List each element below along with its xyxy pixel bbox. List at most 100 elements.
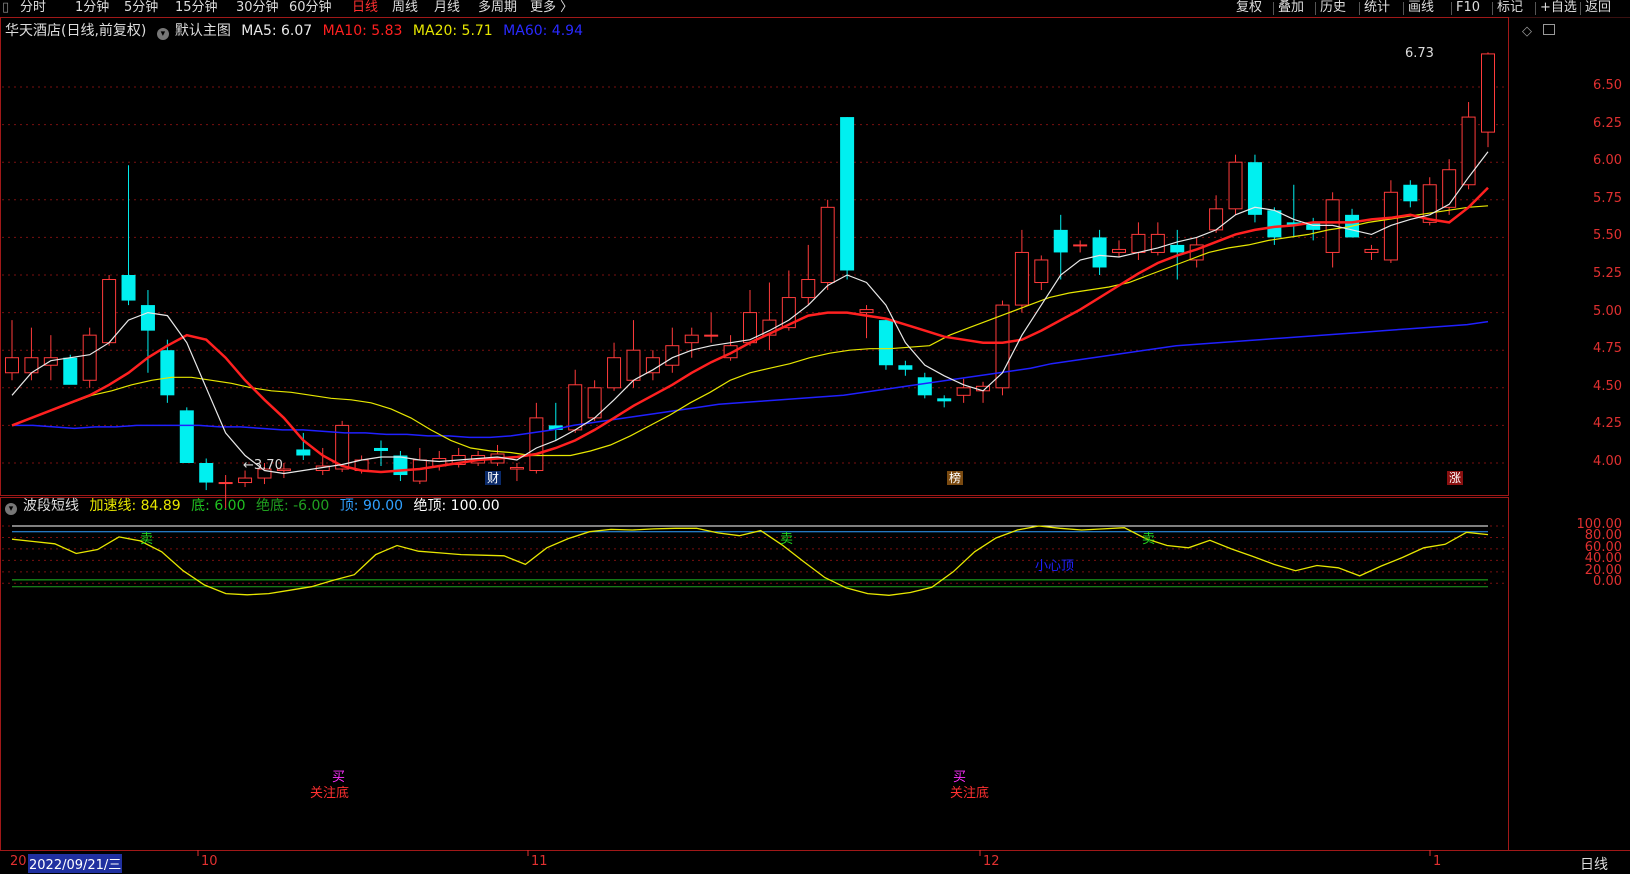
candle-body-up — [218, 482, 233, 485]
indicator-dropdown-icon[interactable]: ▾ — [5, 503, 17, 515]
accel-line — [11, 525, 1489, 596]
price-tick-label: 6.00 — [1593, 153, 1622, 169]
candle-body-down — [140, 305, 155, 331]
candle-body-down — [121, 275, 136, 301]
candle-body-up — [704, 334, 719, 337]
month-label: 12 — [983, 854, 1000, 869]
month-label: 10 — [201, 854, 218, 869]
ranking-badge[interactable]: 榜 — [947, 471, 964, 485]
candle-body-up — [1131, 233, 1146, 253]
indicator-legend: ▾ 波段短线 加速线: 84.89 底: 6.00 绝底: -6.00 顶: 90… — [5, 497, 506, 515]
stock-title[interactable]: 华天酒店(日线,前复权) — [5, 23, 146, 39]
candle-body-up — [1383, 191, 1398, 261]
candle-body-up — [568, 384, 583, 431]
ma5-legend: MA5: 6.07 — [241, 23, 313, 39]
candle-body-down — [374, 447, 388, 451]
finance-badge[interactable]: 财 — [485, 471, 502, 485]
candle-body-up — [645, 357, 660, 374]
price-tick-label: 4.25 — [1593, 416, 1622, 432]
month-label: 11 — [531, 854, 548, 869]
diamond-icon[interactable]: ◇ — [1522, 24, 1532, 39]
candle-body-up — [1442, 169, 1457, 208]
candle-body-down — [1403, 184, 1418, 202]
price-tick-label: 4.00 — [1593, 454, 1622, 469]
cursor-date: 2022/09/21/三 — [28, 854, 123, 873]
candle-body-up — [1073, 244, 1088, 247]
candle-body-down — [296, 449, 311, 456]
candle-body-up — [82, 334, 97, 381]
careful-top-signal: 小心顶 — [1035, 559, 1075, 574]
candle-body-up — [1112, 248, 1126, 253]
candle-body-up — [529, 417, 544, 472]
sell-signal: 卖 — [140, 532, 154, 547]
candle-body-up — [1034, 259, 1049, 284]
price-tick-label: 6.50 — [1593, 78, 1622, 93]
candle-body-down — [898, 365, 913, 370]
candle-body-up — [956, 387, 971, 396]
price-tick-label: 4.50 — [1593, 378, 1622, 394]
watch-bottom-signal: 关注底 — [950, 786, 990, 801]
abs-top-legend: 绝顶: 100.00 — [413, 498, 500, 514]
candle-body-down — [1170, 244, 1185, 253]
candle-body-up — [607, 357, 622, 389]
candle-body-down — [1053, 229, 1068, 253]
candle-body-up — [102, 279, 117, 344]
candle-body-up — [1461, 116, 1476, 186]
candle-body-down — [1267, 210, 1282, 238]
limit-up-badge[interactable]: 涨 — [1447, 471, 1464, 485]
main-template-label[interactable]: 默认主图 — [175, 23, 231, 39]
ma10-legend: MA10: 5.83 — [322, 23, 403, 39]
price-tick-label: 6.25 — [1593, 115, 1622, 131]
candle-body-down — [840, 117, 855, 271]
candle-body-down — [179, 410, 194, 463]
low-price-label: ←3.70 — [243, 458, 283, 473]
abs-bottom-legend: 绝底: -6.00 — [255, 498, 330, 514]
sell-signal: 卖 — [780, 532, 794, 547]
period-label[interactable]: 日线 — [1580, 854, 1608, 874]
template-dropdown-icon[interactable]: ▾ — [156, 28, 169, 40]
month-label: 1 — [1433, 854, 1442, 869]
price-tick-label: 5.00 — [1593, 303, 1622, 319]
high-price-label: 6.73 — [1405, 46, 1434, 61]
candle-body-down — [199, 463, 214, 483]
candle-body-up — [801, 279, 816, 299]
ma60-legend: MA60: 4.94 — [503, 23, 583, 39]
accel-line-legend: 加速线: 84.89 — [89, 498, 181, 514]
sell-signal: 卖 — [1142, 532, 1156, 547]
candle-body-down — [1092, 237, 1107, 268]
main-panel-frame — [0, 17, 1509, 496]
panel-toggle-icon[interactable] — [1543, 24, 1555, 35]
chart-canvas[interactable] — [0, 0, 1630, 874]
top-legend: 顶: 90.00 — [339, 498, 404, 514]
date-prefix: 20 — [10, 854, 27, 869]
candle-body-up — [859, 309, 874, 314]
candle-body-up — [1228, 161, 1243, 210]
watch-bottom-signal: 关注底 — [310, 786, 350, 801]
candle-body-up — [1150, 233, 1165, 253]
candle-body-up — [238, 477, 253, 484]
candle-body-up — [1481, 53, 1495, 133]
candle-body-down — [917, 377, 932, 396]
candle-body-up — [509, 467, 524, 470]
candle-body-up — [684, 334, 699, 344]
indicator-title[interactable]: 波段短线 — [23, 498, 79, 514]
candle-body-up — [820, 206, 835, 284]
ma20-legend: MA20: 5.71 — [412, 23, 493, 39]
candle-body-up — [626, 349, 641, 381]
candle-body-up — [1422, 184, 1437, 223]
candle-body-up — [5, 357, 19, 374]
candle-body-down — [160, 350, 175, 396]
bottom-legend: 底: 6.00 — [191, 498, 246, 514]
candle-body-up — [1364, 248, 1379, 253]
indicator-panel-frame — [0, 497, 1509, 851]
price-tick-label: 5.75 — [1593, 190, 1622, 206]
candle-body-down — [878, 320, 893, 366]
price-tick-label: 5.25 — [1593, 266, 1622, 281]
candle-body-down — [937, 398, 952, 402]
main-chart-legend: 华天酒店(日线,前复权) ▾ 默认主图 MA5: 6.07 MA10: 5.83 … — [5, 22, 589, 40]
osc-tick-label: 0.00 — [1593, 574, 1622, 590]
price-tick-label: 5.50 — [1593, 228, 1622, 244]
candle-body-up — [1014, 251, 1029, 306]
price-tick-label: 4.75 — [1593, 341, 1622, 357]
candle-body-down — [63, 357, 78, 385]
